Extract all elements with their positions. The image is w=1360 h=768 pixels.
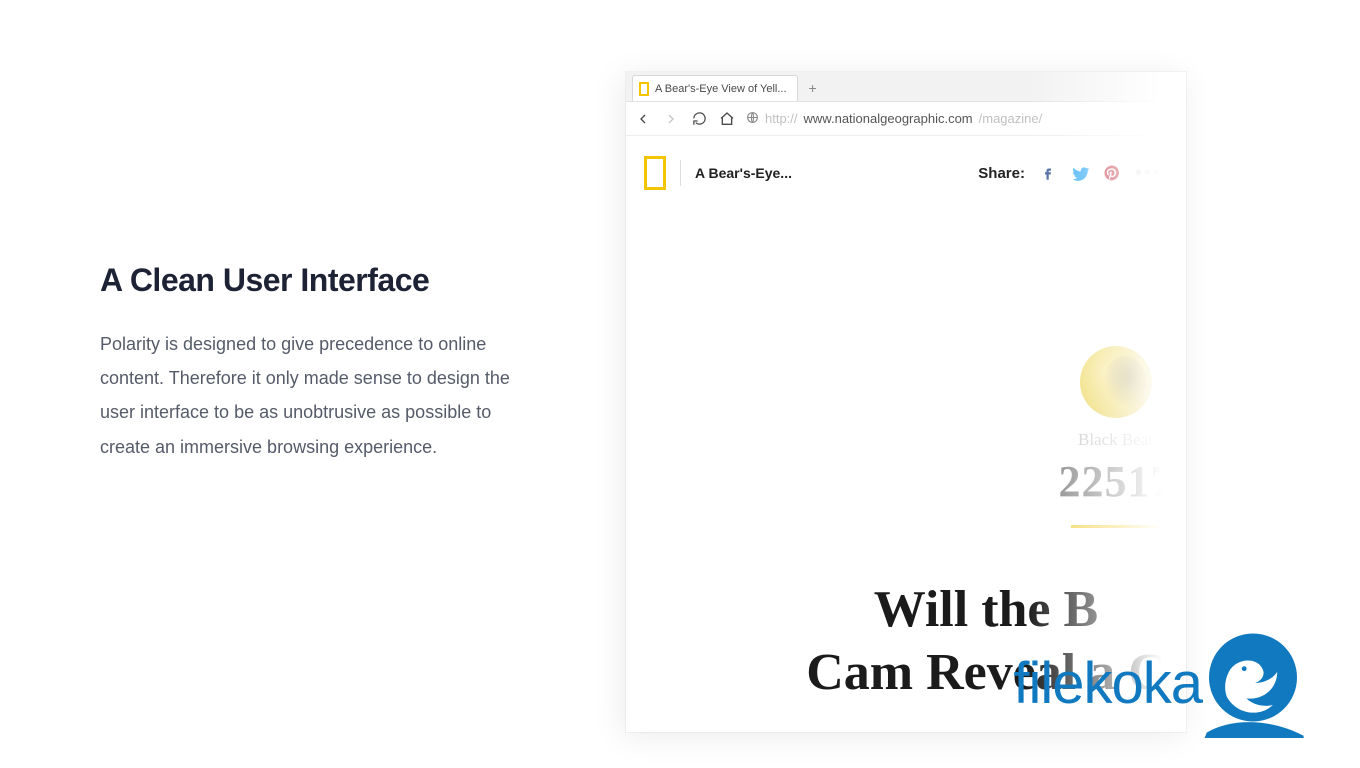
natgeo-favicon-icon: [639, 82, 649, 96]
stat-card: Black Bear 22517: [1006, 346, 1186, 528]
url-protocol: http://: [765, 111, 798, 126]
natgeo-logo-icon: [644, 156, 666, 190]
section-heading: A Clean User Interface: [100, 262, 520, 299]
url-path: /magazine/: [979, 111, 1043, 126]
pinterest-icon[interactable]: [1103, 164, 1121, 182]
address-bar[interactable]: http:// www.nationalgeographic.com/magazi…: [746, 111, 1178, 127]
bear-avatar-icon: [1080, 346, 1152, 418]
tab-bar: A Bear's-Eye View of Yell... +: [626, 72, 1186, 102]
globe-icon: [746, 111, 759, 127]
url-domain: www.nationalgeographic.com: [804, 111, 973, 126]
stat-value: 22517: [1006, 456, 1186, 507]
facebook-icon[interactable]: [1039, 164, 1057, 182]
tab-title: A Bear's-Eye View of Yell...: [655, 83, 787, 95]
section-body: Polarity is designed to give precedence …: [100, 327, 520, 464]
share-block: Share: •••: [978, 162, 1168, 185]
marketing-copy: A Clean User Interface Polarity is desig…: [100, 262, 520, 464]
reload-icon[interactable]: [690, 110, 708, 128]
twitter-icon[interactable]: [1071, 164, 1089, 182]
forward-icon[interactable]: [662, 110, 680, 128]
stat-label: Black Bear: [1006, 430, 1186, 450]
back-icon[interactable]: [634, 110, 652, 128]
browser-tab[interactable]: A Bear's-Eye View of Yell...: [632, 75, 798, 101]
divider: [680, 160, 681, 186]
accent-rule: [1071, 525, 1161, 528]
nav-bar: http:// www.nationalgeographic.com/magazi…: [626, 102, 1186, 136]
share-label: Share:: [978, 165, 1025, 182]
home-icon[interactable]: [718, 110, 736, 128]
new-tab-button[interactable]: +: [802, 78, 824, 98]
watermark-logo: filekoka: [1013, 628, 1308, 738]
more-icon[interactable]: •••: [1135, 162, 1162, 185]
article-short-title: A Bear's-Eye...: [695, 165, 792, 181]
page-header: A Bear's-Eye... Share: •••: [644, 156, 1168, 190]
watermark-text: filekoka: [1013, 650, 1202, 717]
bird-icon: [1198, 628, 1308, 738]
